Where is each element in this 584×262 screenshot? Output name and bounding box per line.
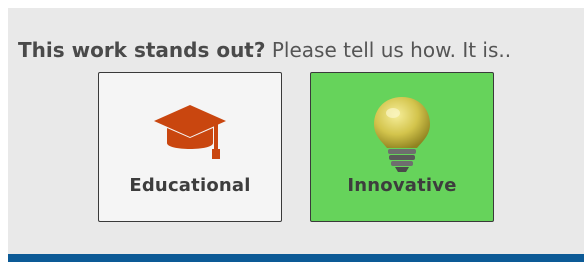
graduation-cap-icon xyxy=(99,91,281,171)
prompt-text: Please tell us how. It is.. xyxy=(265,38,512,62)
bottom-accent-bar xyxy=(8,254,584,262)
educational-option-button[interactable]: Educational xyxy=(98,72,282,222)
innovative-option-button[interactable]: Innovative xyxy=(310,72,494,222)
educational-label: Educational xyxy=(129,175,251,196)
lightbulb-icon xyxy=(311,91,493,172)
prompt-heading: This work stands out? xyxy=(18,38,266,62)
innovative-label: Innovative xyxy=(347,175,457,196)
feedback-panel: This work stands out? Please tell us how… xyxy=(8,8,584,254)
feedback-prompt: This work stands out? Please tell us how… xyxy=(18,36,511,64)
